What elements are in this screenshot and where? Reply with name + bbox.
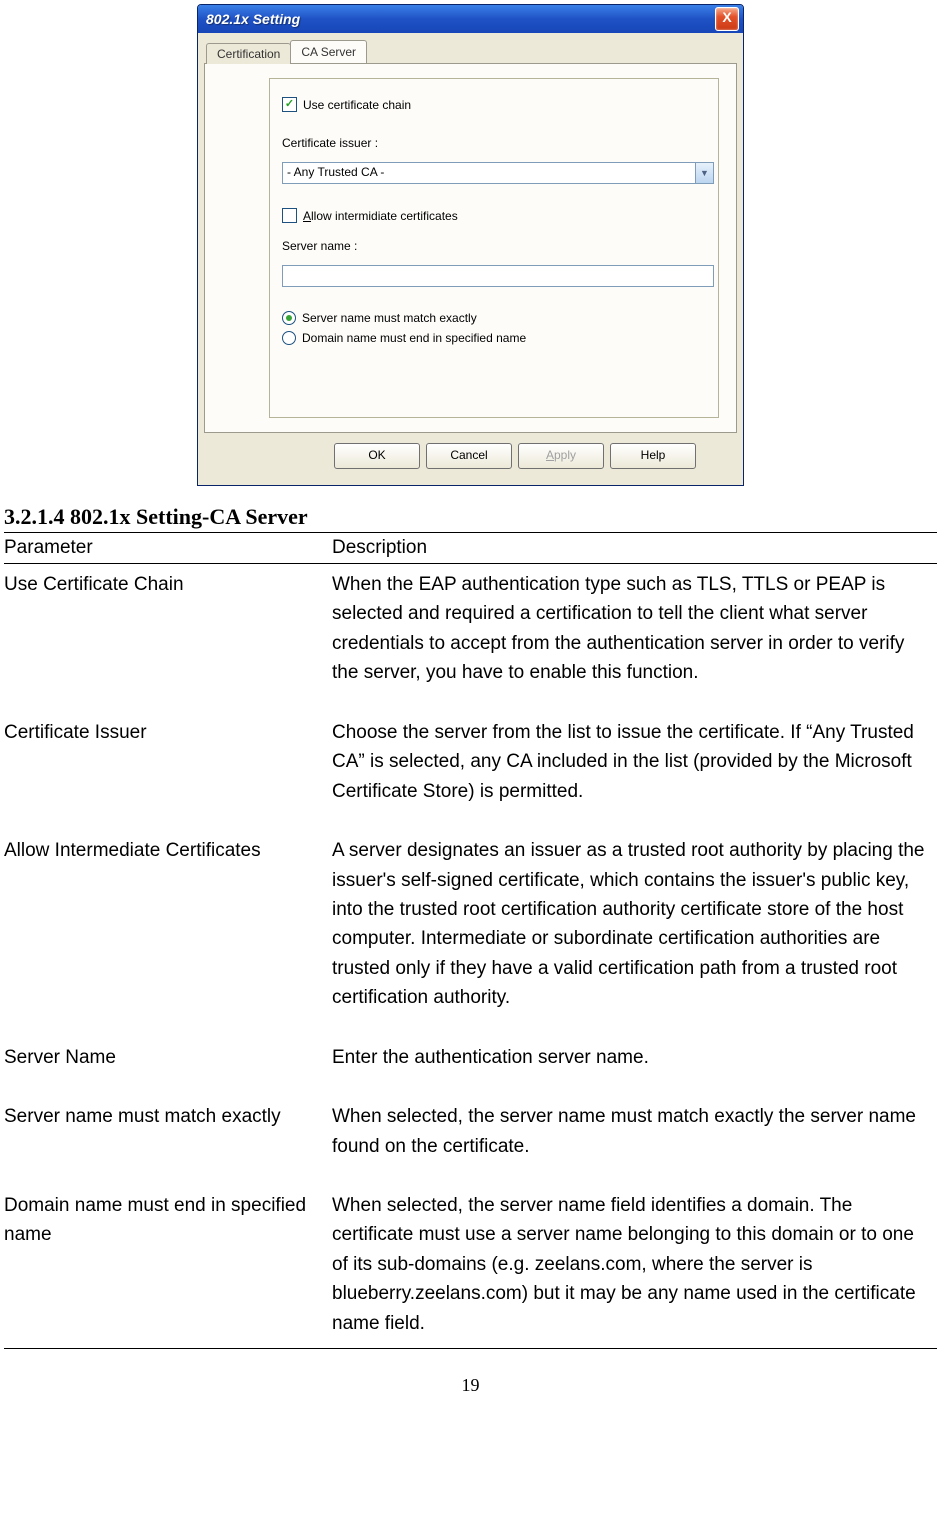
desc-cell: A server designates an issuer as a trust… [332,830,937,1037]
table-row: Use Certificate ChainWhen the EAP authen… [4,564,937,712]
section-heading: 3.2.1.4 802.1x Setting-CA Server [4,504,941,530]
desc-cell: When selected, the server name field ide… [332,1185,937,1349]
allow-intermediate-row: Allow intermidiate certificates [282,208,706,223]
radio-match-exactly-label: Server name must match exactly [302,311,477,325]
param-cell: Domain name must end in specified name [4,1185,332,1349]
server-name-label: Server name : [282,239,706,253]
table-row: Domain name must end in specified nameWh… [4,1185,937,1349]
parameter-table: Parameter Description Use Certificate Ch… [4,532,937,1349]
use-cert-chain-checkbox[interactable] [282,97,297,112]
desc-cell: Enter the authentication server name. [332,1037,937,1096]
col-header-parameter: Parameter [4,533,332,564]
table-row: Server NameEnter the authentication serv… [4,1037,937,1096]
use-cert-chain-label: Use certificate chain [303,98,411,112]
desc-cell: When selected, the server name must matc… [332,1096,937,1185]
tab-ca-server[interactable]: CA Server [290,40,367,63]
dialog-title: 802.1x Setting [206,11,715,27]
table-row: Server name must match exactlyWhen selec… [4,1096,937,1185]
table-row: Certificate IssuerChoose the server from… [4,712,937,830]
tab-strip: Certification CA Server [206,39,737,63]
radio-domain-end-label: Domain name must end in specified name [302,331,526,345]
desc-cell: Choose the server from the list to issue… [332,712,937,830]
server-name-input[interactable] [282,265,714,287]
use-cert-chain-row: Use certificate chain [282,97,706,112]
close-icon: X [722,9,731,25]
settings-dialog: 802.1x Setting X Certification CA Server… [197,4,744,486]
radio-domain-end[interactable] [282,331,296,345]
param-cell: Allow Intermediate Certificates [4,830,332,1037]
radio-domain-end-row: Domain name must end in specified name [282,331,706,345]
param-cell: Use Certificate Chain [4,564,332,712]
allow-intermediate-checkbox[interactable] [282,208,297,223]
dialog-button-row: OK Cancel Apply Help [324,433,737,479]
close-button[interactable]: X [715,7,739,31]
radio-match-exactly-row: Server name must match exactly [282,311,706,325]
tab-certification[interactable]: Certification [206,43,291,64]
param-cell: Server Name [4,1037,332,1096]
allow-intermediate-label: Allow intermidiate certificates [303,209,458,223]
ok-button[interactable]: OK [334,443,420,469]
tab-panel-ca-server: Use certificate chain Certificate issuer… [204,63,737,433]
cert-issuer-value: - Any Trusted CA - [283,163,695,183]
col-header-description: Description [332,533,937,564]
cancel-button[interactable]: Cancel [426,443,512,469]
apply-button[interactable]: Apply [518,443,604,469]
page-number: 19 [0,1375,941,1396]
desc-cell: When the EAP authentication type such as… [332,564,937,712]
cert-issuer-label: Certificate issuer : [282,136,706,150]
param-cell: Server name must match exactly [4,1096,332,1185]
radio-match-exactly[interactable] [282,311,296,325]
cert-issuer-combo[interactable]: - Any Trusted CA - ▼ [282,162,714,184]
help-button[interactable]: Help [610,443,696,469]
param-cell: Certificate Issuer [4,712,332,830]
table-row: Allow Intermediate CertificatesA server … [4,830,937,1037]
dialog-titlebar[interactable]: 802.1x Setting X [198,5,743,33]
chevron-down-icon[interactable]: ▼ [695,163,713,183]
